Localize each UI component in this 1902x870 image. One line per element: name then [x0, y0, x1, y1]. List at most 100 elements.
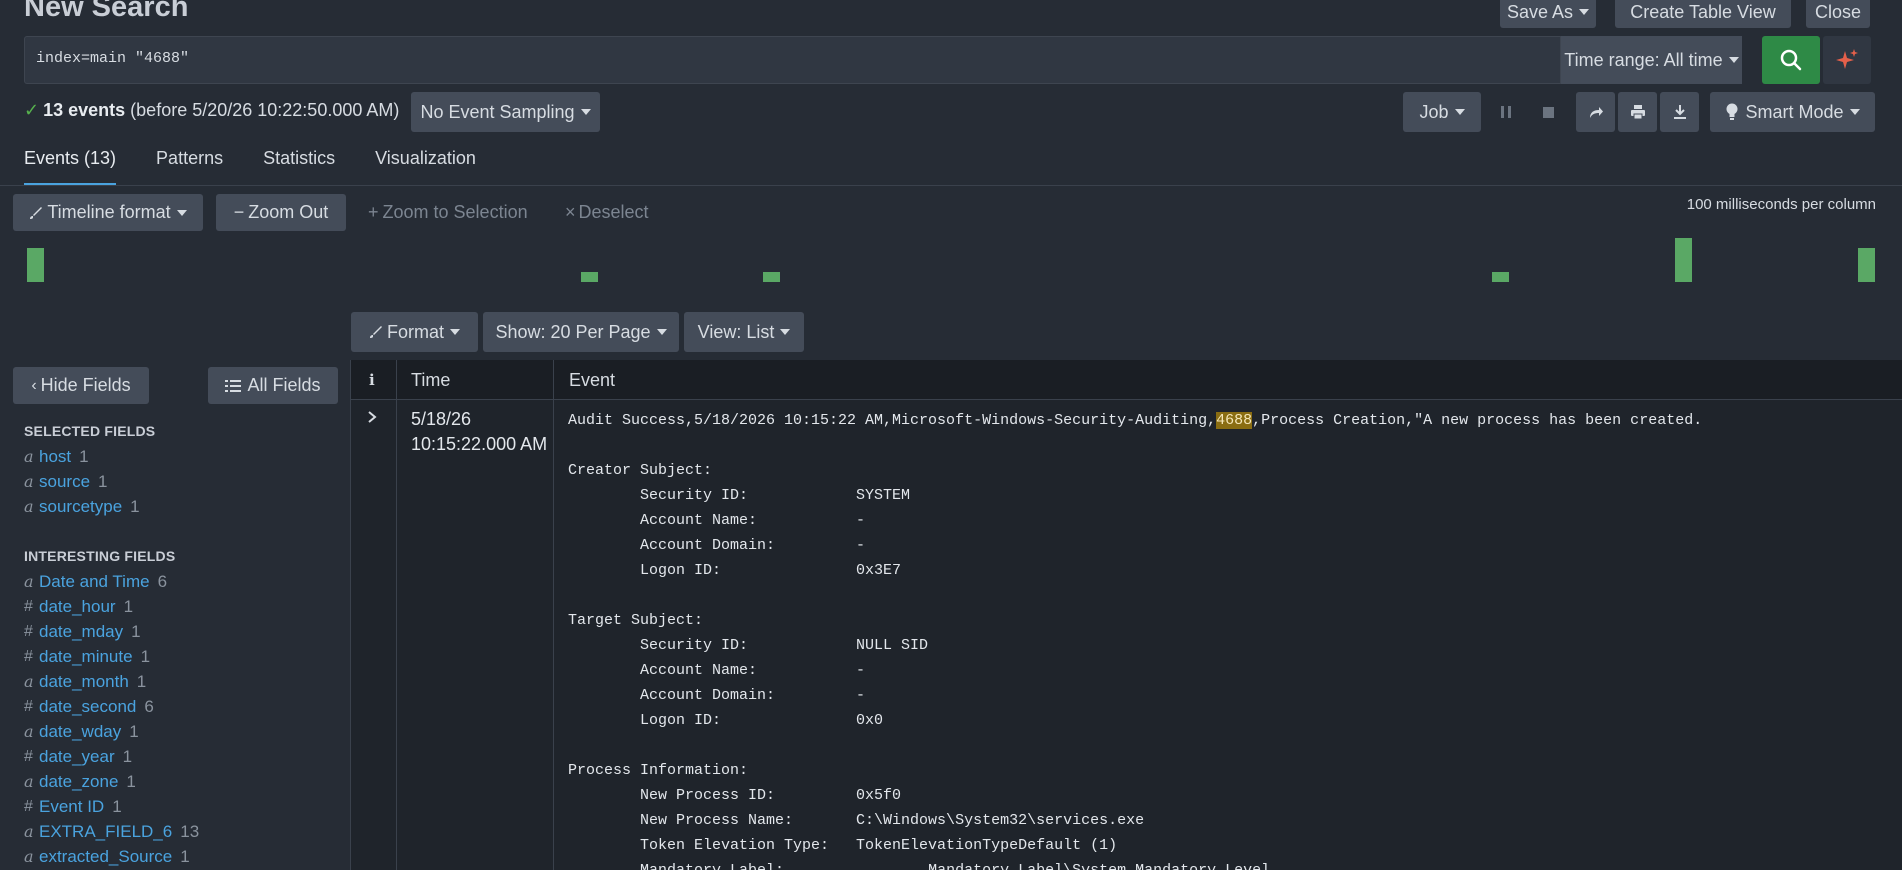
zoom-to-selection-button[interactable]: + Zoom to Selection	[368, 201, 528, 223]
tab-visualization[interactable]: Visualization	[375, 148, 476, 186]
field-item[interactable]: a date_zone 1	[24, 769, 199, 794]
zoom-out-button[interactable]: − Zoom Out	[216, 194, 346, 231]
timeline-bar[interactable]	[1858, 248, 1875, 282]
tab-events[interactable]: Events (13)	[24, 148, 117, 186]
field-name[interactable]: date_zone	[39, 772, 118, 792]
timeline-format-dropdown[interactable]: Timeline format	[13, 194, 203, 231]
timeline-bar[interactable]	[1675, 238, 1692, 282]
tab-statistics[interactable]: Statistics	[263, 148, 335, 186]
chevron-down-icon	[1454, 109, 1465, 115]
print-button[interactable]	[1618, 92, 1657, 132]
string-type-icon: a	[24, 572, 34, 591]
numeric-type-icon: #	[24, 697, 33, 715]
field-item[interactable]: a source 1	[24, 469, 140, 494]
sparkle-icon	[1836, 49, 1858, 69]
event-timestamp: 10:15:22.000 AM	[411, 434, 548, 454]
field-item[interactable]: a extracted_Source 1	[24, 844, 199, 869]
event-sampling-dropdown[interactable]: No Event Sampling	[411, 92, 600, 132]
search-button[interactable]	[1762, 36, 1820, 84]
view-dropdown[interactable]: View: List	[684, 312, 804, 352]
tabs-divider	[0, 185, 1902, 186]
chevron-left-icon: ‹	[31, 376, 37, 394]
all-fields-button[interactable]: All Fields	[208, 367, 338, 404]
field-name[interactable]: date_second	[39, 697, 136, 717]
timeline-bar[interactable]	[1492, 272, 1509, 282]
event-column-header[interactable]: Event	[569, 360, 615, 400]
field-name[interactable]: sourcetype	[39, 497, 122, 517]
timeline-bar[interactable]	[763, 272, 780, 282]
create-table-view-button[interactable]: Create Table View	[1615, 0, 1791, 28]
share-button[interactable]	[1576, 92, 1615, 132]
field-item[interactable]: a date_month 1	[24, 669, 199, 694]
pause-button[interactable]	[1495, 101, 1517, 123]
close-button[interactable]: Close	[1806, 0, 1870, 28]
event-date: 5/18/26	[411, 409, 472, 429]
brush-icon	[30, 206, 43, 219]
field-item[interactable]: a EXTRA_FIELD_6 13	[24, 819, 199, 844]
expand-row-button[interactable]	[366, 408, 378, 429]
stop-button[interactable]	[1537, 101, 1559, 123]
tab-patterns[interactable]: Patterns	[156, 148, 223, 186]
timeline-bar[interactable]	[27, 248, 44, 282]
ai-assistant-button[interactable]	[1823, 36, 1871, 84]
chevron-right-icon	[368, 411, 377, 423]
field-item[interactable]: a date_wday 1	[24, 719, 199, 744]
info-column-header[interactable]: i	[369, 360, 375, 400]
numeric-type-icon: #	[24, 647, 33, 665]
field-item[interactable]: # date_hour 1	[24, 594, 199, 619]
chevron-down-icon	[450, 329, 460, 335]
string-type-icon: a	[24, 847, 34, 866]
numeric-type-icon: #	[24, 747, 33, 765]
chevron-down-icon	[580, 109, 591, 115]
field-item[interactable]: # date_year 1	[24, 744, 199, 769]
export-button[interactable]	[1660, 92, 1699, 132]
field-name[interactable]: date_month	[39, 672, 129, 692]
hide-fields-button[interactable]: ‹ Hide Fields	[13, 367, 149, 404]
string-type-icon: a	[24, 497, 34, 516]
string-type-icon: a	[24, 672, 34, 691]
numeric-type-icon: #	[24, 622, 33, 640]
save-as-button[interactable]: Save As	[1500, 0, 1596, 28]
field-item[interactable]: # Event ID 1	[24, 794, 199, 819]
field-name[interactable]: source	[39, 472, 90, 492]
job-menu-button[interactable]: Job	[1403, 92, 1481, 132]
field-name[interactable]: date_hour	[39, 597, 116, 617]
event-sampling-label: No Event Sampling	[420, 101, 575, 122]
time-range-picker[interactable]: Time range: All time	[1561, 36, 1742, 84]
field-item[interactable]: a sourcetype 1	[24, 494, 140, 519]
per-page-dropdown[interactable]: Show: 20 Per Page	[483, 312, 679, 352]
field-item[interactable]: a Date and Time 6	[24, 569, 199, 594]
field-item[interactable]: a host 1	[24, 444, 140, 469]
field-name[interactable]: Date and Time	[39, 572, 150, 592]
close-icon: ×	[565, 201, 576, 222]
list-icon	[225, 379, 242, 392]
search-term-highlight[interactable]: 4688	[1216, 412, 1253, 429]
field-item[interactable]: # date_minute 1	[24, 644, 199, 669]
search-mode-dropdown[interactable]: Smart Mode	[1710, 92, 1875, 132]
field-name[interactable]: Event ID	[39, 797, 104, 817]
field-name[interactable]: host	[39, 447, 71, 467]
field-name[interactable]: date_year	[39, 747, 115, 767]
search-input[interactable]	[24, 36, 1561, 84]
field-name[interactable]: date_wday	[39, 722, 121, 742]
deselect-button[interactable]: × Deselect	[565, 201, 649, 223]
time-column-header[interactable]: Time	[411, 360, 450, 400]
timeline-bar[interactable]	[581, 272, 598, 282]
field-item[interactable]: # date_second 6	[24, 694, 199, 719]
selected-fields-list: a host 1 a source 1 a sourcetype 1	[24, 444, 140, 519]
field-name[interactable]: EXTRA_FIELD_6	[39, 822, 172, 842]
field-item[interactable]: # date_mday 1	[24, 619, 199, 644]
chevron-down-icon	[656, 329, 667, 335]
format-dropdown[interactable]: Format	[351, 312, 478, 352]
field-name[interactable]: date_mday	[39, 622, 123, 642]
field-name[interactable]: extracted_Source	[39, 847, 172, 867]
event-count-note: (before 5/20/26 10:22:50.000 AM)	[130, 100, 400, 120]
zoom-out-label: Zoom Out	[248, 202, 329, 222]
string-type-icon: a	[24, 447, 34, 466]
results-tabs: Events (13) Patterns Statistics Visualiz…	[24, 148, 476, 186]
string-type-icon: a	[24, 822, 34, 841]
all-fields-label: All Fields	[247, 375, 321, 395]
field-name[interactable]: date_minute	[39, 647, 133, 667]
field-count: 1	[126, 771, 136, 791]
page-title: New Search	[24, 0, 189, 23]
